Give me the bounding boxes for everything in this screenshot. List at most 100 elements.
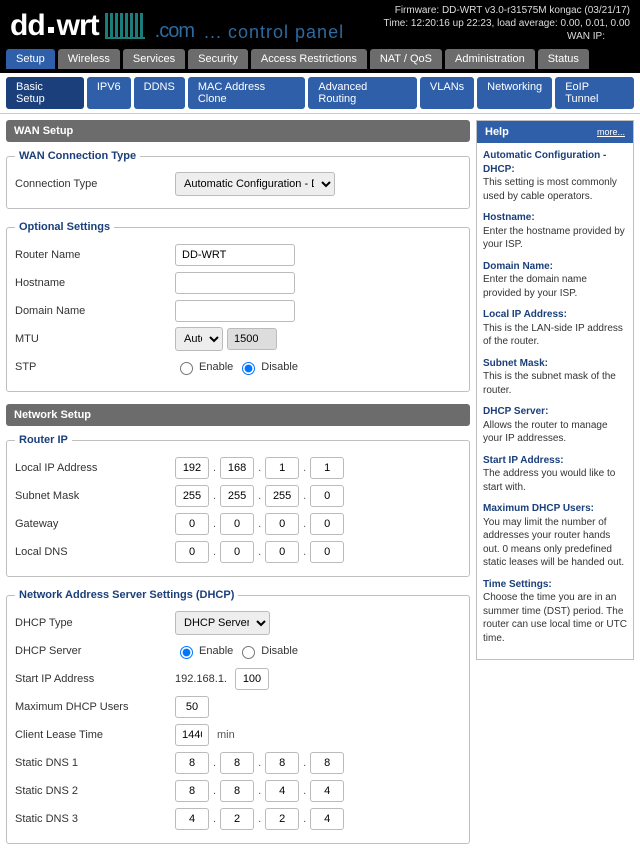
dhcp-type-label: DHCP Type [15, 617, 175, 629]
localdns-inputs-octet-4[interactable] [310, 541, 344, 563]
gateway-inputs-octet-4[interactable] [310, 513, 344, 535]
subtab-advanced-routing[interactable]: Advanced Routing [308, 77, 417, 109]
local-ip-inputs-octet-2[interactable] [220, 457, 254, 479]
help-item-body: The address you would like to start with… [483, 467, 627, 494]
router-ip-fieldset: Router IP Local IP Address ... Subnet Ma… [6, 434, 470, 577]
mtu-label: MTU [15, 333, 175, 345]
firmware-text: Firmware: DD-WRT v3.0-r31575M kongac (03… [384, 4, 630, 17]
local-ip-inputs-octet-3[interactable] [265, 457, 299, 479]
localdns-inputs-octet-2[interactable] [220, 541, 254, 563]
subnet-inputs-octet-2[interactable] [220, 485, 254, 507]
optional-legend: Optional Settings [15, 221, 114, 233]
dns2-inputs-octet-1[interactable] [175, 780, 209, 802]
time-load-text: Time: 12:20:16 up 22:23, load average: 0… [384, 17, 630, 30]
dns1-label: Static DNS 1 [15, 757, 175, 769]
tab-setup[interactable]: Setup [6, 49, 55, 69]
dns2-inputs-octet-4[interactable] [310, 780, 344, 802]
help-item: Automatic Configuration - DHCP:This sett… [483, 149, 627, 203]
help-item: Time Settings:Choose the time you are in… [483, 578, 627, 646]
dhcp-type-select[interactable]: DHCP Server [175, 611, 270, 635]
control-panel-label: ... control panel [204, 22, 344, 43]
tab-services[interactable]: Services [123, 49, 185, 69]
dns1-inputs-octet-2[interactable] [220, 752, 254, 774]
tab-administration[interactable]: Administration [445, 49, 535, 69]
localdns-inputs-octet-3[interactable] [265, 541, 299, 563]
dns2-inputs: ... [175, 780, 461, 802]
wan-ip-value [608, 31, 630, 42]
tab-status[interactable]: Status [538, 49, 589, 69]
logo-com: .com [155, 20, 194, 43]
dns2-inputs-octet-2[interactable] [220, 780, 254, 802]
logo-wrt: wrt [57, 9, 99, 43]
dns1-inputs-octet-4[interactable] [310, 752, 344, 774]
dns3-inputs-octet-1[interactable] [175, 808, 209, 830]
help-more-link[interactable]: more... [597, 127, 625, 137]
gateway-inputs-octet-3[interactable] [265, 513, 299, 535]
subtab-ipv6[interactable]: IPV6 [87, 77, 131, 109]
help-item-title: Domain Name: [483, 260, 627, 274]
connection-type-label: Connection Type [15, 178, 175, 190]
help-item: Maximum DHCP Users:You may limit the num… [483, 502, 627, 570]
subtab-eoip-tunnel[interactable]: EoIP Tunnel [555, 77, 634, 109]
domain-name-input[interactable] [175, 300, 295, 322]
router-name-label: Router Name [15, 249, 175, 261]
router-name-input[interactable] [175, 244, 295, 266]
max-users-label: Maximum DHCP Users [15, 701, 175, 713]
localdns-inputs-octet-1[interactable] [175, 541, 209, 563]
stp-enable-radio[interactable]: Enable [175, 359, 233, 375]
router-ip-legend: Router IP [15, 434, 72, 446]
localdns-inputs: ... [175, 541, 461, 563]
waveform-icon [105, 13, 145, 39]
tab-security[interactable]: Security [188, 49, 248, 69]
dns3-inputs-octet-4[interactable] [310, 808, 344, 830]
logo: dd wrt .com ... control panel [10, 9, 344, 43]
hostname-input[interactable] [175, 272, 295, 294]
local-ip-inputs-octet-1[interactable] [175, 457, 209, 479]
start-ip-input[interactable] [235, 668, 269, 690]
tab-wireless[interactable]: Wireless [58, 49, 120, 69]
dns3-inputs-octet-3[interactable] [265, 808, 299, 830]
start-ip-prefix: 192.168.1. [175, 673, 227, 685]
subtab-basic-setup[interactable]: Basic Setup [6, 77, 84, 109]
local-ip-inputs-octet-4[interactable] [310, 457, 344, 479]
mtu-mode-select[interactable]: Auto [175, 327, 223, 351]
connection-type-select[interactable]: Automatic Configuration - DHCP [175, 172, 335, 196]
mtu-value-input[interactable] [227, 328, 277, 350]
subtab-vlans[interactable]: VLANs [420, 77, 474, 109]
help-item: Start IP Address:The address you would l… [483, 454, 627, 495]
tab-access-restrictions[interactable]: Access Restrictions [251, 49, 367, 69]
subnet-inputs-octet-3[interactable] [265, 485, 299, 507]
subnet-inputs-octet-4[interactable] [310, 485, 344, 507]
logo-dash-icon [48, 27, 54, 33]
subnet-inputs-octet-1[interactable] [175, 485, 209, 507]
lease-time-input[interactable] [175, 724, 209, 746]
subnet-inputs: ... [175, 485, 461, 507]
header-bar: dd wrt .com ... control panel Firmware: … [0, 0, 640, 49]
dns3-inputs-octet-2[interactable] [220, 808, 254, 830]
dns1-inputs-octet-3[interactable] [265, 752, 299, 774]
help-item-title: Time Settings: [483, 578, 627, 592]
help-item: Domain Name:Enter the domain name provid… [483, 260, 627, 301]
max-users-input[interactable] [175, 696, 209, 718]
logo-dd: dd [10, 9, 45, 43]
help-item-title: Subnet Mask: [483, 357, 627, 371]
subtab-mac-address-clone[interactable]: MAC Address Clone [188, 77, 306, 109]
wan-setup-header: WAN Setup [6, 120, 470, 142]
help-item: DHCP Server:Allows the router to manage … [483, 405, 627, 446]
stp-disable-radio[interactable]: Disable [237, 359, 298, 375]
help-item-title: Hostname: [483, 211, 627, 225]
gateway-inputs-octet-1[interactable] [175, 513, 209, 535]
subtab-networking[interactable]: Networking [477, 77, 552, 109]
subtab-ddns[interactable]: DDNS [134, 77, 185, 109]
dns2-inputs-octet-3[interactable] [265, 780, 299, 802]
dhcp-enable-radio[interactable]: Enable [175, 643, 233, 659]
tab-nat-qos[interactable]: NAT / QoS [370, 49, 442, 69]
help-item-body: You may limit the number of addresses yo… [483, 516, 627, 570]
local-ip-inputs: ... [175, 457, 461, 479]
gateway-inputs-octet-2[interactable] [220, 513, 254, 535]
help-item-body: Enter the domain name provided by your I… [483, 273, 627, 300]
dns1-inputs-octet-1[interactable] [175, 752, 209, 774]
dhcp-disable-radio[interactable]: Disable [237, 643, 298, 659]
domain-name-label: Domain Name [15, 305, 175, 317]
help-panel: Help more... Automatic Configuration - D… [476, 120, 634, 660]
